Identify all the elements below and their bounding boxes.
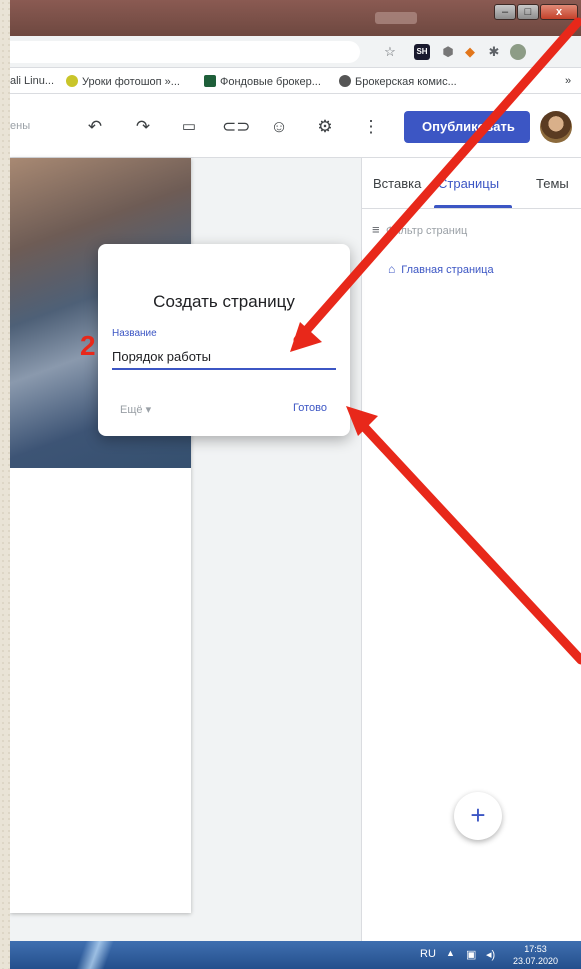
- arrow-to-input: [293, 17, 581, 345]
- annotation-arrows: [290, 17, 581, 665]
- arrow-to-done: [351, 413, 581, 665]
